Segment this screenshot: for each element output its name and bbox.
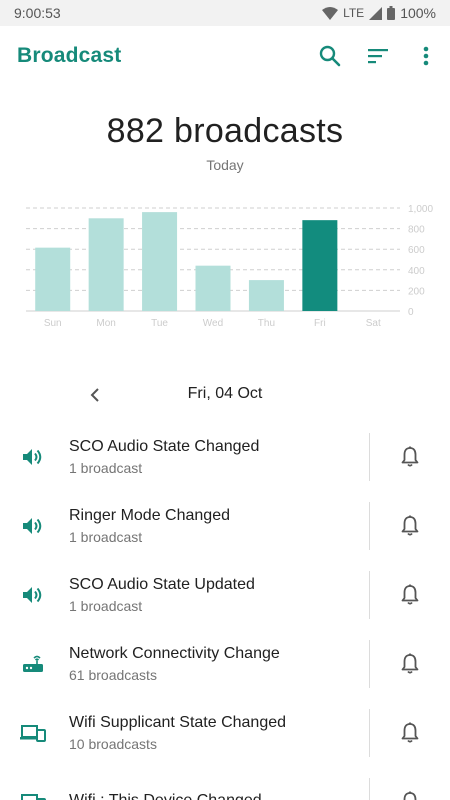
broadcast-list-item[interactable]: Wifi Supplicant State Changed 10 broadcas… (0, 698, 450, 767)
broadcast-list-item[interactable]: Wifi : This Device Changed (0, 767, 450, 800)
y-tick-label: 0 (408, 307, 414, 318)
chart-bar-thu[interactable] (248, 280, 284, 311)
x-tick-label: Fri (314, 318, 326, 329)
notification-bell-icon (401, 446, 419, 467)
network-type-label: LTE (343, 6, 365, 20)
broadcast-count-label: 1 broadcast (69, 528, 143, 545)
broadcast-title: Ringer Mode Changed (69, 506, 230, 524)
broadcast-count: 882 broadcasts (106, 112, 344, 150)
devices-icon (0, 723, 64, 743)
more-vert-icon (423, 46, 429, 66)
broadcast-title: SCO Audio State Updated (69, 575, 255, 593)
y-tick-label: 200 (408, 286, 425, 297)
divider (369, 501, 370, 550)
notification-bell-icon (401, 653, 419, 674)
y-tick-label: 400 (408, 266, 425, 277)
x-tick-label: Thu (258, 318, 275, 329)
search-button[interactable] (306, 32, 354, 80)
notification-toggle-button[interactable] (390, 782, 430, 800)
x-tick-label: Mon (96, 318, 115, 329)
notification-bell-icon (401, 584, 419, 605)
broadcast-list-item[interactable]: Network Connectivity Change 61 broadcasts (0, 629, 450, 698)
app-bar: Broadcast (0, 26, 450, 86)
broadcast-list-item[interactable]: SCO Audio State Updated 1 broadcast (0, 560, 450, 629)
divider (369, 432, 370, 481)
broadcast-text: SCO Audio State Updated 1 broadcast (64, 575, 369, 615)
y-tick-label: 800 (408, 225, 425, 236)
battery-percent: 100% (400, 5, 436, 21)
notification-toggle-button[interactable] (390, 506, 430, 546)
broadcast-text: Wifi : This Device Changed (64, 791, 369, 800)
devices-icon (0, 792, 64, 800)
divider (369, 777, 370, 800)
battery-icon (387, 6, 396, 20)
wifi-icon (322, 6, 339, 20)
broadcast-count-label: 1 broadcast (69, 597, 143, 614)
chart-bar-fri[interactable] (302, 220, 338, 311)
broadcast-count-label: 1 broadcast (69, 459, 143, 476)
volume-icon (0, 516, 64, 536)
broadcast-count-label: 61 broadcasts (69, 666, 157, 683)
notification-toggle-button[interactable] (390, 437, 430, 477)
notification-bell-icon (403, 791, 417, 800)
chart-bar-sun[interactable] (35, 247, 71, 311)
status-time: 9:00:53 (14, 5, 61, 21)
status-indicators: LTE 100% (322, 5, 436, 21)
summary-period: Today (206, 157, 244, 173)
broadcast-title: SCO Audio State Changed (69, 437, 260, 455)
search-icon (319, 45, 341, 67)
notification-bell-icon (401, 515, 419, 536)
x-tick-label: Sun (44, 318, 62, 329)
broadcast-title: Wifi : This Device Changed (69, 791, 262, 800)
broadcast-text: Network Connectivity Change 61 broadcasts (64, 644, 369, 684)
app-title: Broadcast (17, 44, 122, 67)
divider (369, 639, 370, 688)
router-icon (0, 654, 64, 674)
weekly-chart-svg: 1,000 800 600 400 200 0 Sun Mon Tue Wed Thu Fri Sat (26, 204, 433, 329)
volume-icon (0, 585, 64, 605)
filter-icon (368, 49, 388, 64)
signal-icon (369, 6, 383, 20)
divider (369, 708, 370, 757)
broadcast-count-label: 10 broadcasts (69, 735, 157, 752)
x-tick-label: Sat (366, 318, 381, 329)
notification-toggle-button[interactable] (390, 644, 430, 684)
y-tick-label: 600 (408, 245, 425, 256)
notification-toggle-button[interactable] (390, 575, 430, 615)
broadcast-title: Wifi Supplicant State Changed (69, 713, 287, 731)
x-tick-label: Wed (203, 318, 223, 329)
broadcast-list-item[interactable]: SCO Audio State Changed 1 broadcast (0, 422, 450, 491)
app-actions (306, 32, 450, 80)
date-nav: Fri, 04 Oct (0, 380, 450, 410)
more-options-button[interactable] (402, 32, 450, 80)
weekly-chart: 1,000 800 600 400 200 0 Sun Mon Tue Wed Thu Fri Sat (0, 195, 450, 335)
broadcast-list: SCO Audio State Changed 1 broadcast Ringer… (0, 422, 450, 800)
broadcast-list-item[interactable]: Ringer Mode Changed 1 broadcast (0, 491, 450, 560)
broadcast-text: Wifi Supplicant State Changed 10 broadcas… (64, 713, 369, 753)
volume-icon (0, 447, 64, 467)
broadcast-text: SCO Audio State Changed 1 broadcast (64, 437, 369, 477)
divider (369, 570, 370, 619)
chart-bar-tue[interactable] (142, 212, 178, 311)
filter-button[interactable] (354, 32, 402, 80)
y-tick-label: 1,000 (408, 204, 433, 215)
notification-bell-icon (401, 722, 419, 743)
status-bar: 9:00:53 LTE 100% (0, 0, 450, 26)
date-label: Fri, 04 Oct (187, 385, 263, 402)
x-tick-label: Tue (151, 318, 168, 329)
summary: 882 broadcasts Today (0, 112, 450, 173)
notification-toggle-button[interactable] (390, 713, 430, 753)
broadcast-title: Network Connectivity Change (69, 644, 280, 662)
chart-bar-mon[interactable] (88, 218, 124, 311)
chart-bar-wed[interactable] (195, 265, 231, 311)
broadcast-text: Ringer Mode Changed 1 broadcast (64, 506, 369, 546)
